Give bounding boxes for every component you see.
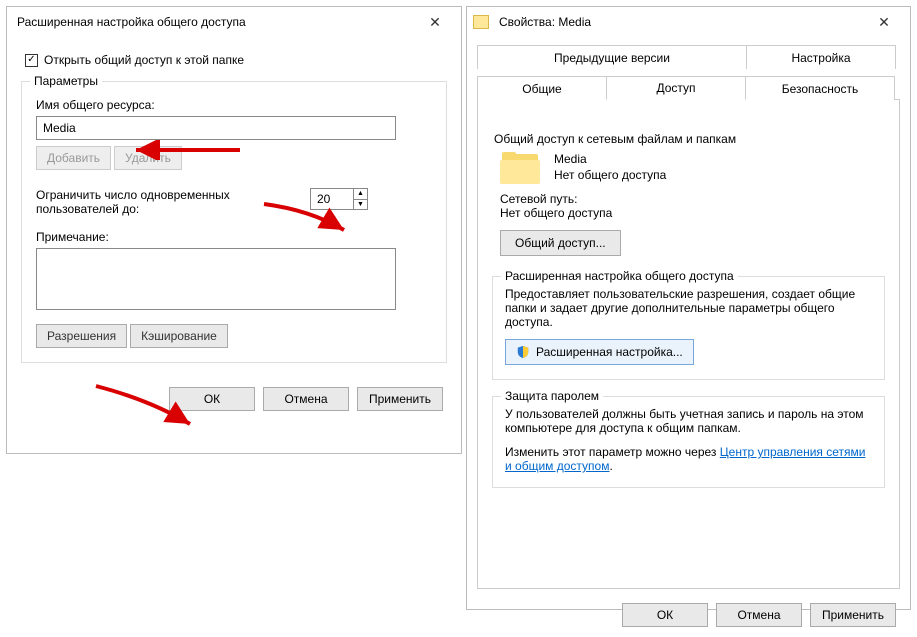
caching-button[interactable]: Кэширование xyxy=(130,324,228,348)
apply-button[interactable]: Применить xyxy=(810,603,896,627)
limit-users-label: Ограничить число одновременных пользоват… xyxy=(36,188,266,216)
note-label: Примечание: xyxy=(36,230,432,244)
network-path-value: Нет общего доступа xyxy=(500,206,883,220)
note-textarea[interactable] xyxy=(36,248,396,310)
section-legend: Расширенная настройка общего доступа xyxy=(501,269,738,283)
close-icon[interactable]: ✕ xyxy=(415,8,455,36)
add-button[interactable]: Добавить xyxy=(36,146,111,170)
ok-button[interactable]: ОК xyxy=(622,603,708,627)
share-name-value: Media xyxy=(43,121,76,135)
tabs-row-1: Предыдущие версии Настройка xyxy=(467,37,910,68)
folder-share-status: Нет общего доступа xyxy=(554,168,666,182)
limit-users-spinner[interactable]: 20 ▲ ▼ xyxy=(310,188,368,210)
titlebar: Расширенная настройка общего доступа ✕ xyxy=(7,7,461,37)
section-legend: Защита паролем xyxy=(501,389,603,403)
shield-icon xyxy=(516,345,530,359)
properties-dialog: Свойства: Media ✕ Предыдущие версии Наст… xyxy=(466,6,911,610)
network-path-label: Сетевой путь: xyxy=(500,192,883,206)
share-button[interactable]: Общий доступ... xyxy=(500,230,621,256)
advanced-sharing-section: Расширенная настройка общего доступа Пре… xyxy=(492,276,885,380)
advanced-settings-button[interactable]: Расширенная настройка... xyxy=(505,339,694,365)
access-tab-page: Общий доступ к сетевым файлам и папкам M… xyxy=(477,99,900,589)
ok-button[interactable]: ОК xyxy=(169,387,255,411)
chevron-up-icon[interactable]: ▲ xyxy=(354,189,367,200)
network-sharing-section: Общий доступ к сетевым файлам и папкам M… xyxy=(492,128,885,260)
apply-button[interactable]: Применить xyxy=(357,387,443,411)
password-change-text: Изменить этот параметр можно через Центр… xyxy=(505,445,872,473)
tab-settings[interactable]: Настройка xyxy=(746,45,896,69)
cancel-button[interactable]: Отмена xyxy=(263,387,349,411)
checkbox-label: Открыть общий доступ к этой папке xyxy=(44,53,244,67)
advanced-sharing-dialog: Расширенная настройка общего доступа ✕ ✓… xyxy=(6,6,462,454)
window-title: Свойства: Media xyxy=(495,15,864,29)
delete-button[interactable]: Удалить xyxy=(114,146,182,170)
window-title: Расширенная настройка общего доступа xyxy=(13,15,415,29)
parameters-group: Параметры Имя общего ресурса: Media Доба… xyxy=(21,81,447,363)
cancel-button[interactable]: Отмена xyxy=(716,603,802,627)
folder-large-icon xyxy=(500,152,542,186)
tab-access[interactable]: Доступ xyxy=(606,76,746,100)
spinner-arrows[interactable]: ▲ ▼ xyxy=(353,189,367,209)
advanced-sharing-description: Предоставляет пользовательские разрешени… xyxy=(505,287,872,329)
password-description: У пользователей должны быть учетная запи… xyxy=(505,407,872,435)
group-legend: Параметры xyxy=(30,74,102,88)
tab-general[interactable]: Общие xyxy=(477,76,607,100)
chevron-down-icon[interactable]: ▼ xyxy=(354,200,367,210)
folder-icon xyxy=(473,15,489,29)
titlebar: Свойства: Media ✕ xyxy=(467,7,910,37)
share-name-input[interactable]: Media xyxy=(36,116,396,140)
tab-previous-versions[interactable]: Предыдущие версии xyxy=(477,45,747,69)
section-title: Общий доступ к сетевым файлам и папкам xyxy=(494,132,883,146)
checkbox-icon: ✓ xyxy=(25,54,38,67)
close-icon[interactable]: ✕ xyxy=(864,8,904,36)
password-protection-section: Защита паролем У пользователей должны бы… xyxy=(492,396,885,488)
tabs-row-2: Общие Доступ Безопасность xyxy=(467,68,910,99)
folder-name: Media xyxy=(554,152,666,166)
share-name-label: Имя общего ресурса: xyxy=(36,98,432,112)
permissions-button[interactable]: Разрешения xyxy=(36,324,127,348)
limit-value: 20 xyxy=(311,189,353,209)
tab-security[interactable]: Безопасность xyxy=(745,76,895,100)
share-this-folder-checkbox[interactable]: ✓ Открыть общий доступ к этой папке xyxy=(25,53,447,67)
